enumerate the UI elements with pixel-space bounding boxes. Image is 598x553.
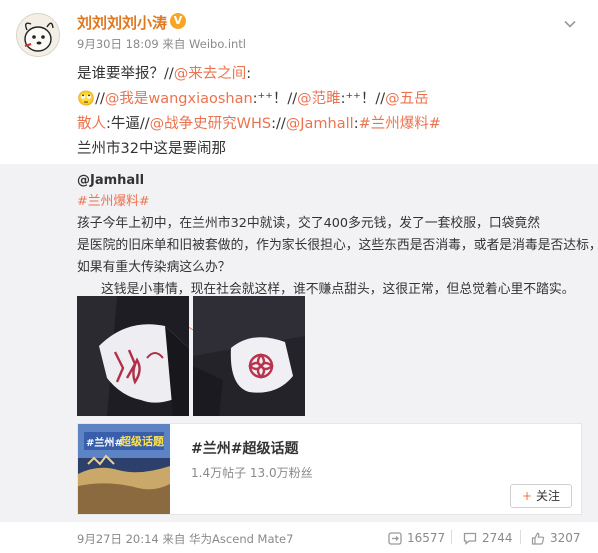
post-timestamp-source: 9月30日 18:09 来自 Weibo.intl [77,37,247,51]
post-text: 如果有重大传染病这么办？ [77,260,231,275]
post-text: 是谁要举报？// [77,66,174,82]
mention-or-hashtag-link[interactable]: @来去之间 [174,66,247,82]
username[interactable]: 刘刘刘刘小涛 [77,12,167,33]
post-text: :// [271,116,286,132]
mention-or-hashtag-link[interactable]: @我是wangxiaoshan [105,91,253,107]
mention-or-hashtag-link[interactable]: @战争史研究WHS [150,116,271,132]
post-text: 这钱是小事情，现在社会就这样，谁不赚点甜头，这很正常，但总觉着心里不踏实。 [101,282,575,297]
main_post-line: 是谁要举报？//@来去之间:🙄//@我是wangxiaoshan:⁺⁺！//@范… [77,62,587,112]
vip-badge-icon: V [170,13,186,29]
repost-line: 是医院的旧床单和旧被套做的，作为家长很担心，这些东西是否消毒，或者是消毒是否达标… [77,235,598,257]
post-text: 是医院的旧床单和旧被套做的，作为家长很担心，这些东西是否消毒，或者是消毒是否达标… [77,238,598,253]
topic-card[interactable]: #兰州# 超级话题 #兰州#超级话题 1.4万帖子 13.0万粉丝 + 关注 [77,423,582,515]
post-text: 孩子今年上初中，在兰州市32中就读，交了400多元钱，发了一套校服，口袋竟然 [77,216,541,231]
topic-stats: 1.4万帖子 13.0万粉丝 [191,466,313,480]
like-count: 3207 [550,531,581,545]
repost-button[interactable]: 16577 [388,528,445,548]
repost-icon [388,532,402,545]
topic-thumb-tag: #兰州# [86,438,123,449]
emoji-icon: 🙄 [77,91,96,107]
follow-label: 关注 [536,489,561,503]
mention-or-hashtag-link[interactable]: @五岳 [385,91,429,107]
like-icon [531,532,545,545]
post-text: :⁺⁺！// [340,91,386,107]
topic-thumb-title: 超级话题 [120,435,164,448]
post-photo-2[interactable] [193,296,305,416]
mention-or-hashtag-link[interactable]: 散人 [77,116,106,132]
avatar[interactable] [16,13,60,57]
post-footer: 9月27日 20:14 来自 华为Ascend Mate7 16577 2744… [0,522,598,553]
repost-count: 16577 [407,531,446,545]
topic-title[interactable]: #兰州#超级话题 [191,438,298,458]
like-button[interactable]: 3207 [531,528,581,548]
main_post-line: 散人:牛逼//@战争史研究WHS://@Jamhall:#兰州爆料#兰州市32中… [77,112,587,162]
chevron-down-icon[interactable] [564,18,576,30]
post-text: :牛逼// [106,116,150,132]
post-text: :⁺⁺！// [252,91,298,107]
mention-or-hashtag-link[interactable]: @范雎 [297,91,341,107]
repost-line: #兰州爆料# 孩子今年上初中，在兰州市32中就读，交了400多元钱，发了一套校服，… [77,191,587,235]
mention-or-hashtag-link[interactable]: @Jamhall [286,116,354,132]
footer-divider [451,530,452,544]
mention-or-hashtag-link[interactable]: #兰州爆料# [77,194,150,209]
topic-thumbnail: #兰州# 超级话题 [78,424,170,514]
avatar-cartoon [17,14,59,56]
follow-button[interactable]: + 关注 [510,484,572,508]
reposted-weibo[interactable]: @Jamhall #兰州爆料# 孩子今年上初中，在兰州市32中就读，交了400多元… [0,164,598,522]
repost-line: 如果有重大传染病这么办？ [77,257,587,279]
footer-divider [520,530,521,544]
comment-icon [463,532,477,545]
post-photo-1[interactable] [77,296,189,416]
mention-or-hashtag-link[interactable]: #兰州爆料# [359,116,441,132]
post-text: : [246,66,252,82]
post-text: 兰州市32中这是要闹那 [77,141,226,157]
plus-icon: + [521,489,533,503]
original-timestamp-source: 9月27日 20:14 来自 华为Ascend Mate7 [77,532,294,546]
post-text: // [95,91,105,107]
original-author-link[interactable]: @Jamhall [77,173,144,188]
comment-button[interactable]: 2744 [463,528,513,548]
post-header: 刘刘刘刘小涛 V 9月30日 18:09 来自 Weibo.intl [0,0,598,70]
comment-count: 2744 [482,531,513,545]
